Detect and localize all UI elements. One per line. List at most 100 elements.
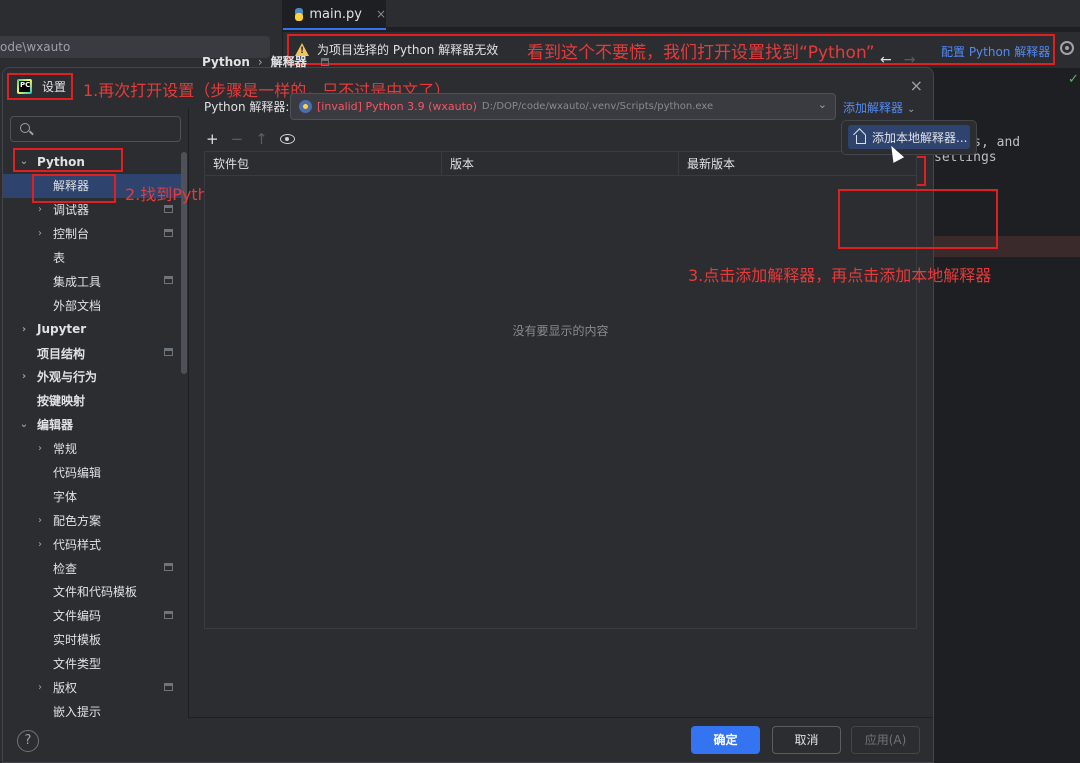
chevron-down-icon: ⌄ [817,98,827,111]
column-latest-version[interactable]: 最新版本 [679,152,916,175]
search-input[interactable] [41,120,176,138]
sidebar-item-label: 配色方案 [53,513,102,528]
annotation-box-popup [838,189,998,249]
packages-toolbar: + − ↑ [206,130,295,148]
sidebar-item[interactable]: 项目结构 [3,341,181,365]
add-local-interpreter-item[interactable]: 添加本地解释器... [848,125,970,149]
help-icon[interactable]: ? [17,730,39,752]
sidebar-item[interactable]: 表 [3,246,181,270]
editor-tab-bar [283,0,1080,28]
annotation-step3: 3.点击添加解释器，再点击添加本地解释器 [688,266,992,285]
forward-arrow-icon[interactable]: → [904,52,916,68]
sidebar-item[interactable]: 文件类型 [3,652,181,676]
project-scope-icon [164,610,173,619]
sidebar-item-label: 外部文档 [53,298,102,313]
configure-interpreter-link[interactable]: 配置 Python 解释器 [941,43,1050,60]
project-scope-icon [164,204,173,213]
add-package-icon[interactable]: + [206,130,219,148]
column-package[interactable]: 软件包 [205,152,442,175]
add-interpreter-label: 添加解释器 [843,101,904,115]
breadcrumb: Python › 解释器 [202,53,329,70]
sidebar-item[interactable]: 检查 [3,556,181,580]
remove-package-icon[interactable]: − [231,130,244,148]
ok-button[interactable]: 确定 [691,726,760,754]
project-scope-icon [164,348,173,357]
python-interpreter-icon [299,100,312,113]
sidebar-item[interactable]: › Jupyter [3,317,181,341]
sidebar-item[interactable]: 文件编码 [3,604,181,628]
sidebar-item-label: 文件类型 [53,657,102,672]
interpreter-label: Python 解释器: [204,100,290,114]
sidebar-item[interactable]: 代码编辑 [3,461,181,485]
chevron-icon[interactable]: › [17,324,31,335]
settings-tree: ⌄ Python 解释器 › 调试器 › 控制台表集成工具 外部文档 › Jupyter 项目结构 ›… [3,150,181,718]
tab-main-py[interactable]: main.py × [283,0,386,30]
chevron-icon[interactable]: › [33,443,47,454]
sidebar-item-label: 控制台 [53,227,90,242]
popup-item-label: 添加本地解释器... [872,130,968,145]
sidebar-item-label: 嵌入提示 [53,704,102,718]
upgrade-package-icon[interactable]: ↑ [255,130,268,148]
column-version[interactable]: 版本 [442,152,679,175]
chevron-icon[interactable]: › [33,539,47,550]
add-interpreter-popup: 添加本地解释器... [841,120,977,155]
sidebar-item-label: 文件编码 [53,609,102,624]
settings-search[interactable] [10,116,181,142]
sidebar-item-label: 代码样式 [53,537,102,552]
sidebar-item[interactable]: › 代码样式 [3,532,181,556]
breadcrumb-python[interactable]: Python [202,55,250,69]
search-icon [20,123,30,133]
chevron-icon[interactable]: › [33,228,47,239]
eye-icon[interactable] [279,134,295,144]
interpreter-select[interactable]: [invalid] Python 3.9 (wxauto) D:/DOP/cod… [290,93,836,120]
sidebar-item-label: 调试器 [53,203,90,218]
sidebar-item-label: 外观与行为 [37,370,98,385]
empty-message: 没有要显示的内容 [512,324,609,338]
chevron-icon[interactable]: ⌄ [17,419,31,430]
sidebar-item[interactable]: › 常规 [3,437,181,461]
apply-button[interactable]: 应用(A) [851,726,920,754]
sidebar-item[interactable]: › 控制台 [3,222,181,246]
chevron-icon[interactable]: › [33,682,47,693]
chevron-icon[interactable]: › [33,204,47,215]
sidebar-item-label: 常规 [53,442,78,457]
sidebar-item-label: 检查 [53,561,78,576]
tab-close-icon[interactable]: × [376,7,386,21]
gear-icon[interactable] [1060,41,1074,55]
sidebar-item[interactable]: › 外观与行为 [3,365,181,389]
sidebar-item[interactable]: 嵌入提示 [3,699,181,718]
back-arrow-icon[interactable]: ← [880,52,892,68]
interpreter-path: D:/DOP/code/wxauto/.venv/Scripts/python.… [481,101,714,112]
sidebar-item-label: 字体 [53,489,78,504]
sidebar-item[interactable]: 文件和代码模板 [3,580,181,604]
sidebar-item-label: 集成工具 [53,274,102,289]
sidebar-item[interactable]: › 版权 [3,676,181,700]
packages-table: 软件包 版本 最新版本 没有要显示的内容 [204,151,917,629]
add-interpreter-button[interactable]: 添加解释器 ⌄ [843,99,915,116]
project-scope-icon [164,682,173,691]
sidebar-item-label: 项目结构 [37,346,86,361]
check-icon: ✓ [1068,72,1079,87]
sidebar-item[interactable]: 按键映射 [3,389,181,413]
sidebar-item-label: 版权 [53,681,78,696]
sidebar-item[interactable]: 实时模板 [3,628,181,652]
python-file-icon [295,7,304,21]
sidebar-item[interactable]: 字体 [3,484,181,508]
footer-divider [189,717,933,718]
nav-arrows: ← → [880,52,915,68]
sidebar-item-label: 文件和代码模板 [53,585,138,600]
home-icon [856,134,866,144]
sidebar-item[interactable]: 集成工具 [3,269,181,293]
annotation-banner-note: 看到这个不要慌，我们打开设置找到“Python” [527,43,875,63]
chevron-icon[interactable]: › [17,371,31,382]
project-scope-icon [164,276,173,285]
annotation-box-python [13,148,123,172]
sidebar-item[interactable]: ⌄ 编辑器 [3,413,181,437]
breadcrumb-separator: › [257,54,263,69]
sidebar-item[interactable]: 外部文档 [3,293,181,317]
sidebar-item-label: 按键映射 [37,394,86,409]
sidebar-item[interactable]: › 配色方案 [3,508,181,532]
cancel-button[interactable]: 取消 [772,726,841,754]
close-icon[interactable]: × [910,76,923,95]
chevron-icon[interactable]: › [33,515,47,526]
